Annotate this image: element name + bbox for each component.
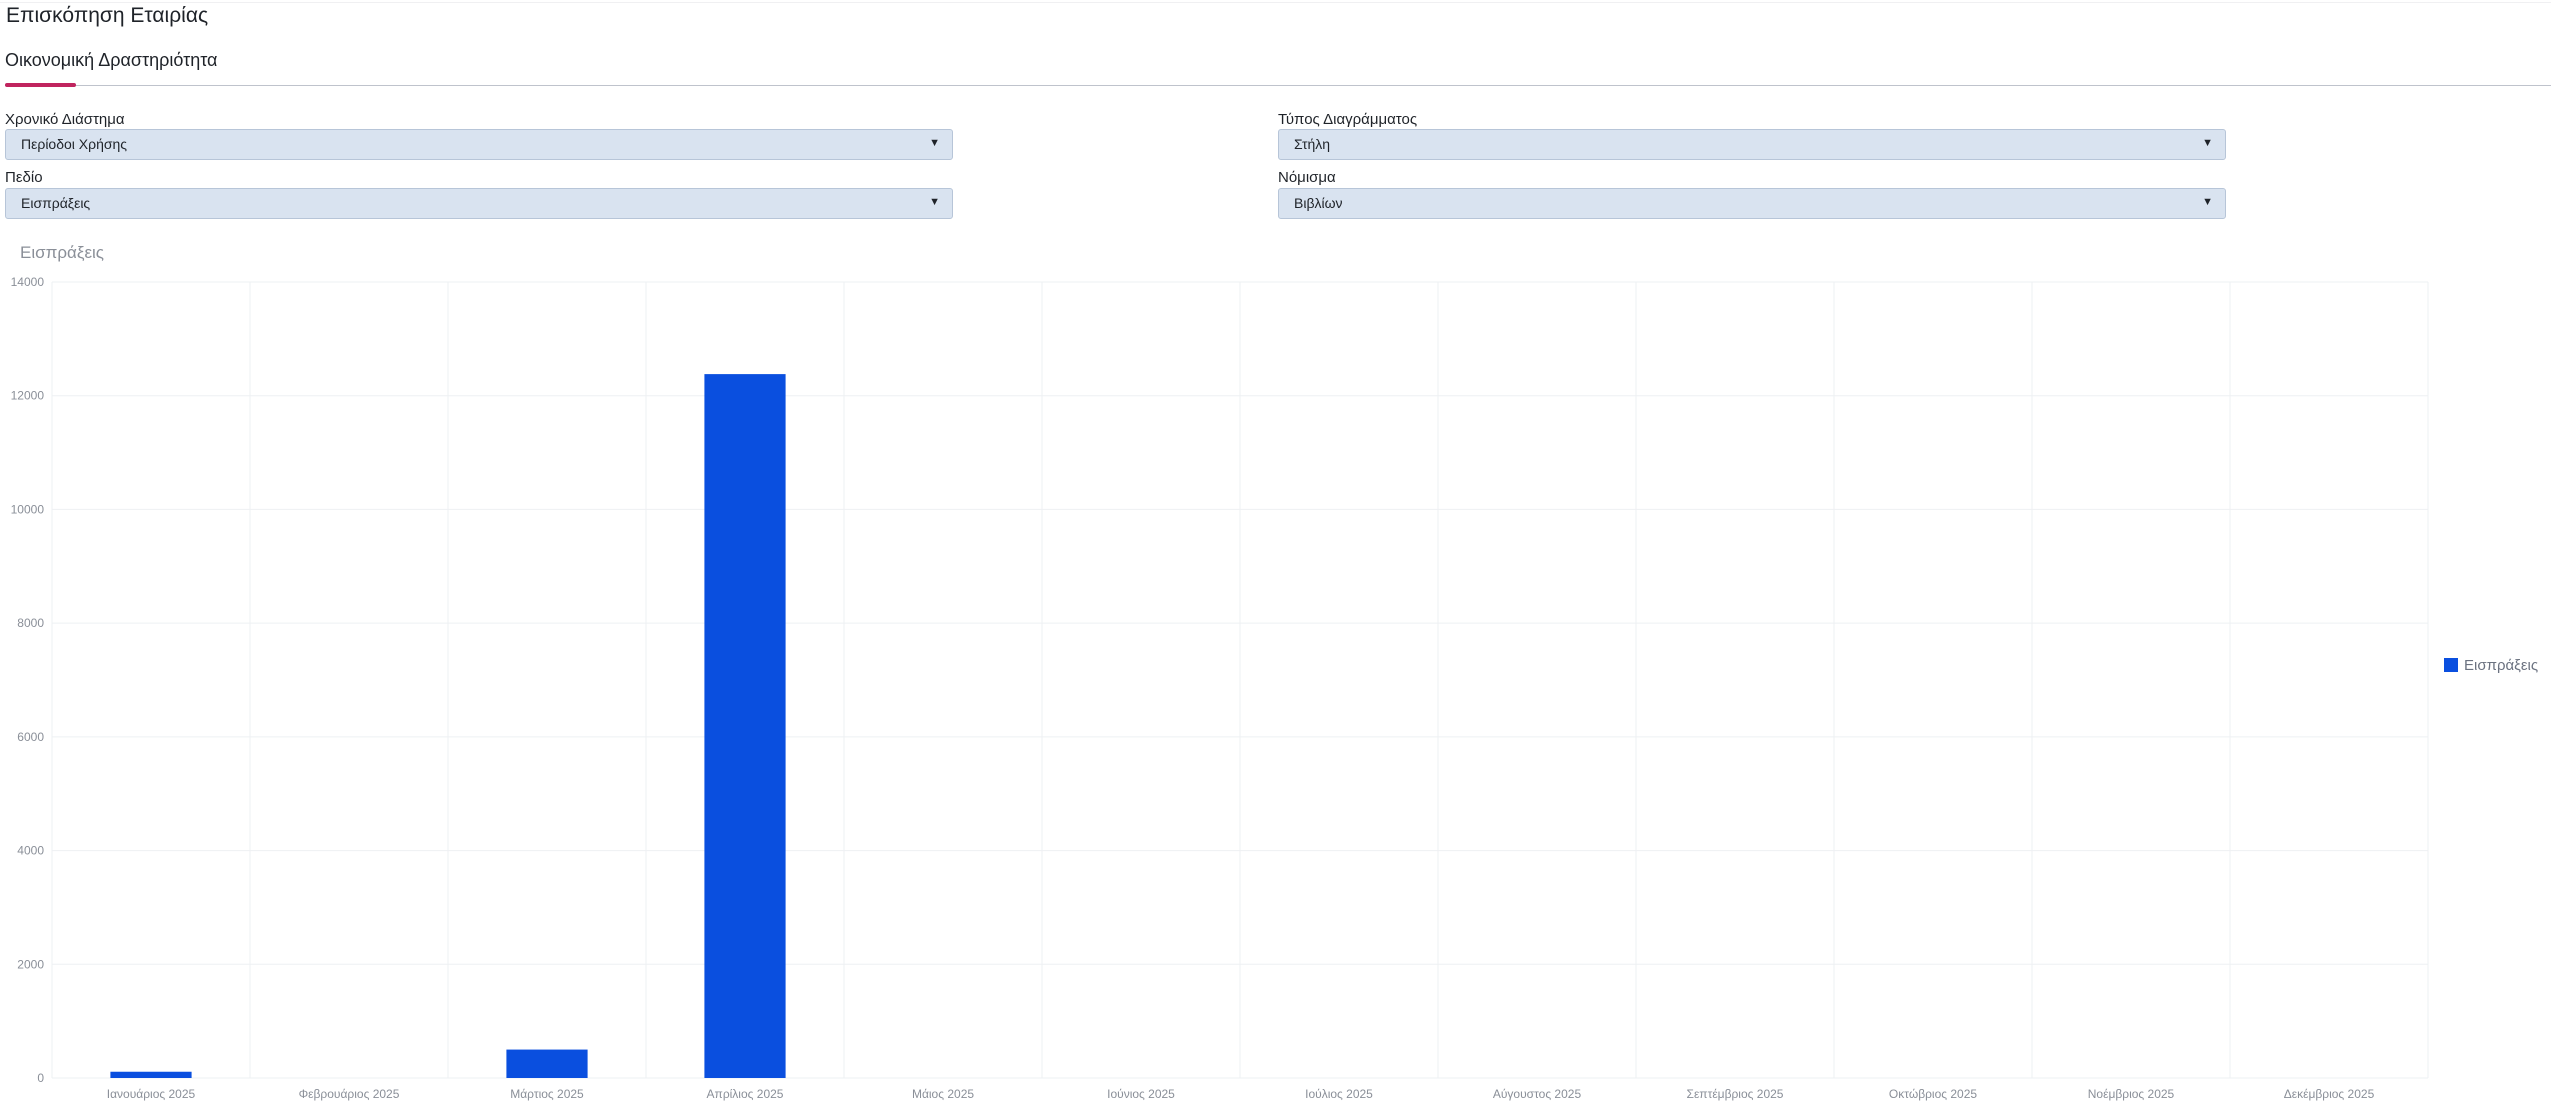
chart-type-select-value: Στήλη	[1294, 136, 1331, 152]
y-tick-label: 10000	[11, 502, 45, 516]
field-select[interactable]: Εισπράξεις ▼	[5, 188, 953, 219]
y-tick-label: 12000	[11, 389, 45, 403]
x-tick-label: Νοέμβριος 2025	[2088, 1087, 2175, 1101]
caret-down-icon: ▼	[929, 137, 940, 149]
field-label: Πεδίο	[5, 169, 43, 186]
receipts-bar-chart: 0 2000 4000 6000 8000 10000 12000 14000 Ιανουάρι…	[11, 275, 2539, 1101]
y-tick-label: 8000	[17, 616, 44, 630]
caret-down-icon: ▼	[2202, 137, 2213, 149]
page-title: Επισκόπηση Εταιρίας	[6, 4, 209, 27]
chart-title: Εισπράξεις	[20, 243, 104, 262]
field-select-value: Εισπράξεις	[21, 195, 91, 211]
currency-select-value: Βιβλίων	[1294, 195, 1343, 211]
top-divider	[0, 2, 2551, 3]
y-tick-label: 2000	[17, 957, 44, 971]
chart-type-label: Τύπος Διαγράμματος	[1278, 111, 1418, 128]
caret-down-icon: ▼	[2202, 196, 2213, 208]
active-tab-indicator	[5, 83, 76, 87]
tab-bar: Οικονομική Δραστηριότητα	[5, 50, 2551, 90]
y-tick-label: 14000	[11, 275, 45, 289]
x-tick-label: Ιούλιος 2025	[1305, 1087, 1373, 1101]
currency-label: Νόμισμα	[1278, 169, 1336, 186]
x-tick-label: Απρίλιος 2025	[707, 1087, 784, 1101]
x-tick-label: Ιανουάριος 2025	[107, 1087, 196, 1101]
tab-financial-activity[interactable]: Οικονομική Δραστηριότητα	[5, 50, 217, 71]
legend-label: Εισπράξεις	[2464, 657, 2538, 674]
chart-type-select[interactable]: Στήλη ▼	[1278, 129, 2226, 160]
x-tick-label: Μάιος 2025	[912, 1087, 974, 1101]
x-tick-label: Μάρτιος 2025	[510, 1087, 584, 1101]
y-tick-label: 6000	[17, 730, 44, 744]
legend-swatch	[2444, 658, 2458, 672]
x-tick-label: Φεβρουάριος 2025	[299, 1087, 400, 1101]
x-tick-label: Σεπτέμβριος 2025	[1687, 1087, 1784, 1101]
x-tick-label: Οκτώβριος 2025	[1889, 1087, 1977, 1101]
tab-bar-divider	[5, 85, 2551, 86]
bar	[506, 1049, 588, 1078]
y-tick-label: 4000	[17, 844, 44, 858]
caret-down-icon: ▼	[929, 196, 940, 208]
x-tick-label: Αύγουστος 2025	[1493, 1087, 1582, 1101]
x-tick-label: Δεκέμβριος 2025	[2284, 1087, 2375, 1101]
period-select[interactable]: Περίοδοι Χρήσης ▼	[5, 129, 953, 160]
bar	[704, 374, 786, 1078]
bar	[110, 1071, 192, 1078]
y-tick-label: 0	[37, 1071, 44, 1085]
x-tick-label: Ιούνιος 2025	[1107, 1087, 1175, 1101]
period-select-value: Περίοδοι Χρήσης	[21, 136, 128, 152]
currency-select[interactable]: Βιβλίων ▼	[1278, 188, 2226, 219]
period-label: Χρονικό Διάστημα	[5, 111, 125, 128]
